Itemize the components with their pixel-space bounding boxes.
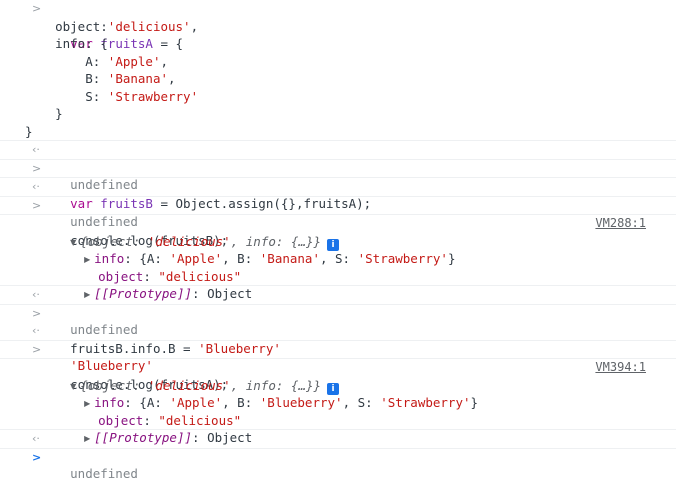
code-line: }: [25, 106, 63, 121]
code-line: S: 'Strawberry': [25, 88, 199, 104]
return-arrow-icon: ‹·: [32, 288, 40, 301]
property-row[interactable]: ▶ info: {A: 'Apple', B: 'Banana', S: 'Str…: [25, 233, 662, 266]
prototype-row[interactable]: ▶ [[Prototype]]: Object: [25, 268, 662, 301]
chevron-right-icon: >: [32, 161, 42, 175]
console-log-entry: ▼ {object: 'delicious', info: {…}} i VM288…: [0, 215, 676, 301]
console-input-entry[interactable]: > console.log(fruitsB);: [0, 197, 676, 248]
console-input-entry[interactable]: > var fruitsB = Object.assign({},fruitsA…: [0, 160, 676, 211]
devtools-console: > var fruitsA = { object:'delicious', in…: [0, 0, 676, 504]
chevron-right-icon: >: [32, 342, 42, 356]
return-arrow-icon: ‹·: [32, 432, 40, 445]
object-summary[interactable]: ▼ {object: 'delicious', info: {…}} i VM394…: [25, 359, 662, 395]
chevron-right-icon: >: [32, 306, 42, 320]
console-input-entry[interactable]: > fruitsB.info.B = 'Blueberry' ‹· 'Blueb…: [0, 305, 676, 373]
chevron-right-icon: >: [32, 450, 42, 464]
console-result-entry: ‹· undefined: [0, 430, 676, 481]
console-input-entry[interactable]: > console.log(fruitsA);: [0, 341, 676, 392]
console-prompt[interactable]: >: [0, 449, 676, 467]
console-log-entry: ▼ {object: 'delicious', info: {…}} i VM394…: [0, 359, 676, 445]
console-result-entry: ‹· undefined: [0, 141, 676, 192]
code-line: A: 'Apple',: [25, 53, 169, 69]
code-line: object:'delicious',: [25, 18, 199, 34]
property-row: object: "delicious": [98, 412, 242, 428]
return-arrow-icon: ‹·: [32, 324, 40, 337]
source-link[interactable]: VM288:1: [595, 215, 646, 233]
code-line: }: [25, 123, 33, 139]
chevron-right-icon: >: [32, 2, 42, 15]
object-summary[interactable]: ▼ {object: 'delicious', info: {…}} i VM288…: [25, 215, 662, 251]
console-result-entry: ‹· undefined: [0, 286, 676, 337]
code-line: info: {: [25, 36, 108, 51]
property-row[interactable]: ▶ info: {A: 'Apple', B: 'Blueberry', S: '…: [25, 377, 662, 410]
source-link[interactable]: VM394:1: [595, 359, 646, 377]
code-line: B: 'Banana',: [25, 71, 176, 86]
prototype-row[interactable]: ▶ [[Prototype]]: Object: [25, 412, 662, 445]
return-arrow-icon: ‹·: [32, 143, 40, 156]
console-result-entry: ‹· undefined: [0, 178, 676, 229]
return-arrow-icon: ‹·: [32, 180, 40, 193]
result-value: undefined: [70, 466, 138, 481]
chevron-right-icon: >: [32, 198, 42, 212]
console-input-entry[interactable]: > var fruitsA = { object:'delicious', in…: [0, 0, 676, 141]
property-row: object: "delicious": [98, 268, 242, 284]
